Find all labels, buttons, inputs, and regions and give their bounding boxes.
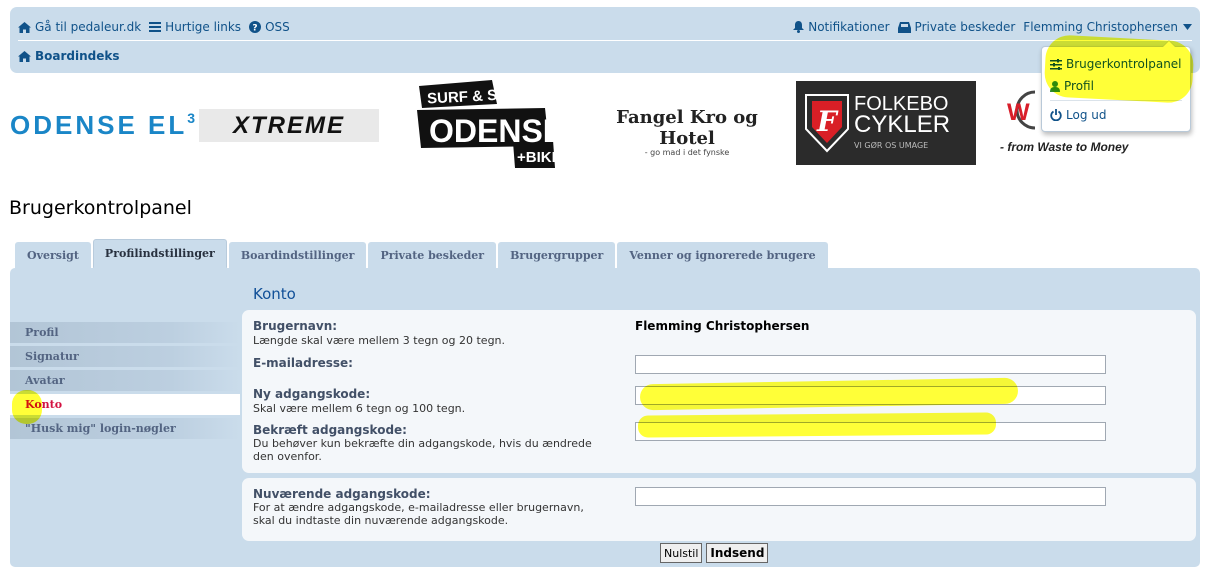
- email-label: E-mailadresse:: [253, 356, 353, 370]
- sidebar-item-avatar[interactable]: Avatar: [10, 370, 240, 391]
- surf-line2: ODENSE: [429, 113, 555, 149]
- bars-icon: [149, 22, 162, 32]
- inbox-icon: [897, 21, 911, 33]
- xtreme-logo[interactable]: XTREME: [199, 109, 379, 142]
- user-nav: Notifikationer Private beskeder Flemming…: [785, 20, 1192, 34]
- home-link-label: Gå til pedaleur.dk: [35, 20, 142, 34]
- sliders-icon: [1050, 58, 1062, 70]
- new-password-label: Ny adgangskode:: [253, 387, 371, 401]
- form-buttons: Nulstil Indsend: [660, 543, 772, 563]
- breadcrumb: Boardindeks: [18, 49, 120, 65]
- dropdown-divider: [1050, 100, 1182, 101]
- notifications-button[interactable]: Notifikationer: [793, 20, 890, 34]
- caret-down-icon: [1183, 24, 1192, 30]
- dropdown-profile-label: Profil: [1064, 79, 1094, 93]
- faq-link[interactable]: ? OSS: [249, 20, 290, 34]
- svg-text:W: W: [1007, 99, 1030, 126]
- sidebar-item-signatur[interactable]: Signatur: [10, 346, 240, 367]
- sidebar-item-login-keys[interactable]: "Husk mig" login-nøgler: [10, 418, 240, 439]
- user-menu-button[interactable]: Flemming Christophersen: [1023, 20, 1192, 34]
- sidebar-item-konto[interactable]: Konto: [10, 394, 240, 415]
- page-title: Brugerkontrolpanel: [9, 197, 192, 219]
- current-password-field[interactable]: [635, 487, 1106, 506]
- bell-icon: [793, 21, 805, 33]
- folkebo-cykler-logo[interactable]: F FOLKEBO CYKLER VI GØR OS UMAGE: [796, 81, 976, 165]
- username-label: Brugernavn:: [253, 319, 338, 333]
- confirm-password-field[interactable]: [635, 422, 1106, 441]
- question-circle-icon: ?: [249, 21, 262, 34]
- email-field[interactable]: [635, 355, 1106, 374]
- confirm-password-explain-1: Du behøver kun bekræfte din adgangskode,…: [253, 437, 592, 450]
- svg-text:F: F: [816, 105, 839, 138]
- surf-ski-odense-logo[interactable]: SURF & SKI ODENSE +BIKE: [417, 80, 564, 168]
- tab-profilindstillinger[interactable]: Profilindstillinger: [92, 239, 227, 268]
- dropdown-ucp-label: Brugerkontrolpanel: [1066, 57, 1182, 71]
- notifications-label: Notifikationer: [808, 20, 890, 34]
- confirm-password-label: Bekræft adgangskode:: [253, 423, 407, 437]
- dropdown-item-ucp[interactable]: Brugerkontrolpanel: [1042, 53, 1190, 75]
- home-link[interactable]: Gå til pedaleur.dk: [18, 20, 141, 34]
- tab-private-beskeder[interactable]: Private beskeder: [368, 242, 497, 268]
- sidebar-menu: Profil Signatur Avatar Konto "Husk mig" …: [10, 322, 240, 442]
- private-messages-label: Private beskeder: [914, 20, 1016, 34]
- svg-text:?: ?: [252, 24, 257, 34]
- board-index-link[interactable]: Boardindeks: [18, 49, 120, 63]
- folkebo-line2: CYKLER: [854, 111, 951, 138]
- surf-line1: SURF & SKI: [427, 86, 513, 107]
- odense-el-logo[interactable]: ODENSE EL3: [10, 110, 198, 141]
- fangel-subtitle: - go mad i det fynske: [644, 148, 730, 157]
- folkebo-subtitle: VI GØR OS UMAGE: [854, 141, 929, 150]
- private-messages-button[interactable]: Private beskeder: [897, 20, 1016, 34]
- current-password-explain-1: For at ændre adgangskode, e-mailadresse …: [253, 501, 584, 514]
- sidebar-item-profil[interactable]: Profil: [10, 322, 240, 343]
- home-icon: [18, 21, 31, 33]
- tab-brugergrupper[interactable]: Brugergrupper: [498, 242, 616, 268]
- new-password-field[interactable]: [635, 386, 1106, 405]
- odense-el-text: ODENSE EL: [10, 110, 188, 140]
- username-label: Flemming Christophersen: [1023, 20, 1178, 34]
- top-nav: Gå til pedaleur.dk Hurtige links ? OSS N…: [18, 17, 1192, 37]
- waste-to-money-text: - from Waste to Money: [1000, 140, 1129, 154]
- user-icon: [1050, 80, 1060, 92]
- surf-line3: +BIKE: [517, 149, 555, 166]
- tab-boardindstillinger[interactable]: Boardindstillinger: [228, 242, 367, 268]
- surf-logo-graphic: SURF & SKI ODENSE +BIKE: [417, 80, 564, 168]
- board-index-label: Boardindeks: [35, 49, 120, 63]
- section-title: Konto: [253, 285, 296, 303]
- faq-label: OSS: [265, 20, 290, 34]
- tab-venner[interactable]: Venner og ignorerede brugere: [617, 242, 828, 268]
- user-dropdown-menu: Brugerkontrolpanel Profil Log ud: [1041, 40, 1191, 132]
- dropdown-item-profile[interactable]: Profil: [1042, 75, 1190, 97]
- header-bar: Gå til pedaleur.dk Hurtige links ? OSS N…: [10, 7, 1200, 73]
- username-value: Flemming Christophersen: [635, 319, 810, 333]
- xtreme-text: XTREME: [232, 111, 345, 139]
- power-icon: [1050, 109, 1062, 121]
- fangel-kro-logo[interactable]: Fangel Kro og Hotel - go mad i det fynsk…: [596, 107, 778, 157]
- nav-divider: [18, 40, 1192, 41]
- submit-button[interactable]: Indsend: [706, 543, 769, 563]
- new-password-explain: Skal være mellem 6 tegn og 100 tegn.: [253, 402, 466, 415]
- confirm-password-explain-2: den ovenfor.: [253, 450, 322, 463]
- fangel-title: Fangel Kro og Hotel: [616, 107, 758, 149]
- sponsor-banner: ODENSE EL3 XTREME SURF & SKI ODENSE +BIK…: [0, 80, 1210, 175]
- quick-links-label: Hurtige links: [165, 20, 242, 34]
- dropdown-logout-label: Log ud: [1066, 108, 1107, 122]
- quick-links-button[interactable]: Hurtige links: [149, 20, 241, 34]
- reset-button[interactable]: Nulstil: [660, 543, 703, 563]
- home-icon: [18, 50, 31, 62]
- username-explain: Længde skal være mellem 3 tegn og 20 teg…: [253, 334, 506, 347]
- dropdown-item-logout[interactable]: Log ud: [1042, 104, 1190, 126]
- current-password-label: Nuværende adgangskode:: [253, 487, 431, 501]
- folkebo-shield-icon: F: [805, 94, 849, 153]
- tab-oversigt[interactable]: Oversigt: [15, 242, 91, 268]
- current-password-explain-2: skal du indtaste din nuværende adgangsko…: [253, 514, 509, 527]
- ucp-tabs: Oversigt Profilindstillinger Boardindsti…: [15, 239, 830, 268]
